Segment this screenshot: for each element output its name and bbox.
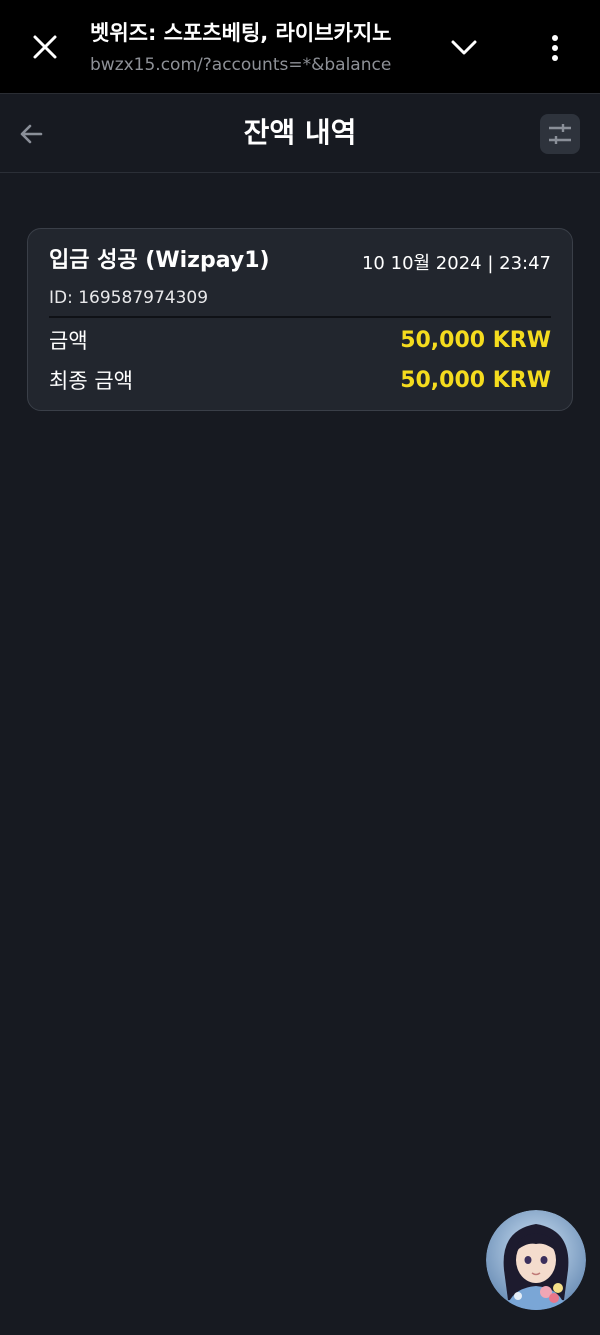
divider [49,316,551,318]
final-amount-value: 50,000 KRW [400,368,551,393]
amount-value: 50,000 KRW [400,328,551,353]
amount-label: 금액 [49,329,88,353]
chevron-down-icon [451,40,477,55]
close-button[interactable] [24,26,66,68]
support-avatar-button[interactable] [486,1210,586,1310]
transaction-card[interactable]: 입금 성공 (Wizpay1) 10 10월 2024 | 23:47 ID: … [27,228,573,411]
transaction-title: 입금 성공 (Wizpay1) [49,248,270,273]
header-title: 잔액 내역 [243,116,357,149]
support-avatar [486,1210,586,1310]
app-header: 잔액 내역 [0,95,600,173]
browser-toolbar: 벳위즈: 스포츠베팅, 라이브카지노 bwzx15.com/?accounts=… [0,0,600,94]
more-vertical-icon [552,35,558,61]
more-options-button[interactable] [535,28,575,68]
page-title: 벳위즈: 스포츠베팅, 라이브카지노 [90,21,392,45]
sliders-icon [549,124,571,144]
expand-button[interactable] [444,28,484,68]
transaction-date: 10 10월 2024 | 23:47 [361,253,551,274]
transaction-id: ID: 169587974309 [49,288,209,308]
close-icon [33,35,57,59]
filter-button[interactable] [540,114,580,154]
url-text: bwzx15.com/?accounts=*&balance [90,55,392,75]
browser-title-area[interactable]: 벳위즈: 스포츠베팅, 라이브카지노 bwzx15.com/?accounts=… [90,18,422,78]
final-amount-label: 최종 금액 [49,369,133,393]
